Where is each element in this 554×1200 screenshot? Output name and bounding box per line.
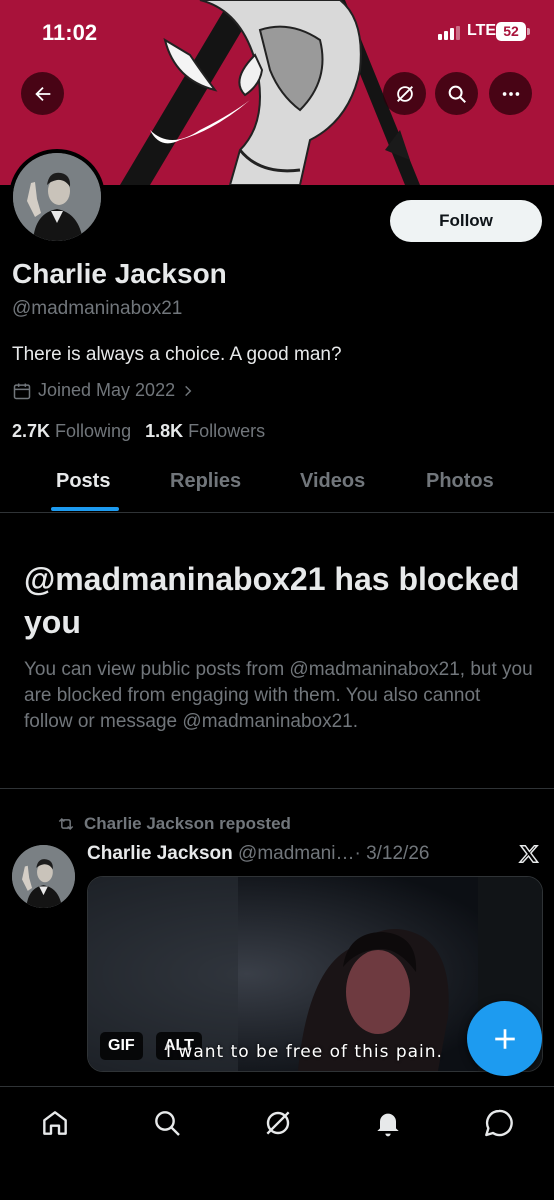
tab-videos[interactable]: Videos <box>300 456 365 512</box>
home-icon <box>43 1111 67 1135</box>
chevron-right-icon <box>185 385 192 396</box>
network-type: LTE <box>467 22 497 39</box>
post-author-handle[interactable]: @madmani… <box>238 843 354 864</box>
follow-counts: 2.7K Following 1.8K Followers <box>12 421 265 442</box>
profile-avatar[interactable] <box>9 149 105 245</box>
following-link[interactable]: 2.7K Following <box>12 421 131 442</box>
follow-button[interactable]: Follow <box>390 200 542 242</box>
search-button[interactable] <box>435 72 478 115</box>
nav-home[interactable] <box>39 1107 71 1139</box>
profile-bio: There is always a choice. A good man? <box>12 344 342 365</box>
bottom-navigation <box>0 1086 554 1200</box>
following-label: Following <box>55 421 132 441</box>
tab-posts[interactable]: Posts <box>56 456 110 512</box>
battery-indicator: 52 <box>496 22 526 41</box>
x-logo-icon <box>518 843 540 870</box>
nav-search[interactable] <box>151 1107 183 1139</box>
search-icon <box>448 85 466 103</box>
gif-badge: GIF <box>100 1032 143 1060</box>
nav-grok[interactable] <box>262 1107 294 1139</box>
divider <box>0 788 554 789</box>
post-author-name[interactable]: Charlie Jackson <box>87 843 233 864</box>
post-date[interactable]: 3/12/26 <box>366 843 429 864</box>
nav-messages[interactable] <box>483 1107 515 1139</box>
grok-icon <box>396 85 413 102</box>
repost-indicator: Charlie Jackson reposted <box>56 814 291 834</box>
blocked-description: You can view public posts from @madmanin… <box>24 659 533 732</box>
status-bar: 11:02 LTE 52 <box>0 0 554 64</box>
followers-count: 1.8K <box>145 421 184 441</box>
tab-replies[interactable]: Replies <box>170 456 241 512</box>
grok-button[interactable] <box>383 72 426 115</box>
back-arrow-icon <box>34 86 50 101</box>
followers-label: Followers <box>188 421 266 441</box>
following-count: 2.7K <box>12 421 51 441</box>
post-author-avatar[interactable] <box>12 845 75 908</box>
blocked-title: @madmaninabox21 has blocked you <box>24 561 520 640</box>
post-separator: · <box>354 843 361 864</box>
more-icon <box>502 91 519 96</box>
more-button[interactable] <box>489 72 532 115</box>
post-header: Charlie Jackson @madmani…· 3/12/26 <box>87 843 429 865</box>
gif-caption: I want to be free of this pain. <box>166 1042 443 1062</box>
active-tab-indicator <box>51 507 119 511</box>
repost-label: Charlie Jackson reposted <box>84 814 291 833</box>
calendar-icon <box>13 383 31 399</box>
messages-icon <box>485 1109 513 1137</box>
profile-tabs: Posts Replies Videos Photos <box>0 456 554 513</box>
status-time: 11:02 <box>42 20 98 45</box>
nav-notifications[interactable] <box>372 1107 404 1139</box>
battery-tip <box>527 28 530 35</box>
search-icon <box>155 1111 180 1136</box>
repost-icon <box>58 817 74 831</box>
avatar-portrait-image <box>12 845 75 908</box>
back-button[interactable] <box>21 72 64 115</box>
avatar-portrait-image <box>13 153 101 241</box>
tab-photos[interactable]: Photos <box>426 456 494 512</box>
profile-handle: @madmaninabox21 <box>12 298 183 319</box>
grok-icon <box>266 1111 290 1135</box>
plus-icon <box>494 1028 515 1049</box>
compose-button[interactable] <box>467 1001 542 1076</box>
notifications-bell-icon <box>377 1113 399 1137</box>
signal-strength-icon <box>438 26 460 40</box>
profile-name: Charlie Jackson <box>12 258 227 289</box>
joined-date[interactable]: Joined May 2022 <box>12 380 195 401</box>
followers-link[interactable]: 1.8K Followers <box>145 421 265 442</box>
joined-date-label: Joined May 2022 <box>38 380 176 400</box>
